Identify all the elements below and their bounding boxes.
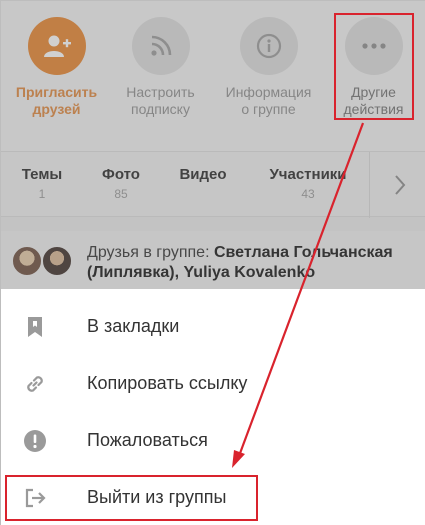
menu-item-bookmark[interactable]: В закладки xyxy=(1,299,425,355)
exit-icon xyxy=(25,488,46,508)
menu-item-report[interactable]: Пожаловаться xyxy=(1,413,425,469)
actions-bottom-sheet: В закладки Копировать ссылку Пожаловатьс… xyxy=(1,289,425,525)
report-icon xyxy=(24,430,46,452)
dim-overlay[interactable] xyxy=(1,1,425,289)
link-icon xyxy=(27,376,43,392)
menu-item-label: Пожаловаться xyxy=(87,430,208,450)
bookmark-icon xyxy=(28,317,42,337)
menu-item-label: Копировать ссылку xyxy=(87,373,248,393)
menu-item-leave-group[interactable]: Выйти из группы xyxy=(1,470,425,525)
group-page: Пригласить друзей Настроить подписку Инф… xyxy=(1,1,425,289)
menu-item-copy-link[interactable]: Копировать ссылку xyxy=(1,356,425,412)
menu-item-label: Выйти из группы xyxy=(87,487,227,507)
menu-item-label: В закладки xyxy=(87,316,180,336)
